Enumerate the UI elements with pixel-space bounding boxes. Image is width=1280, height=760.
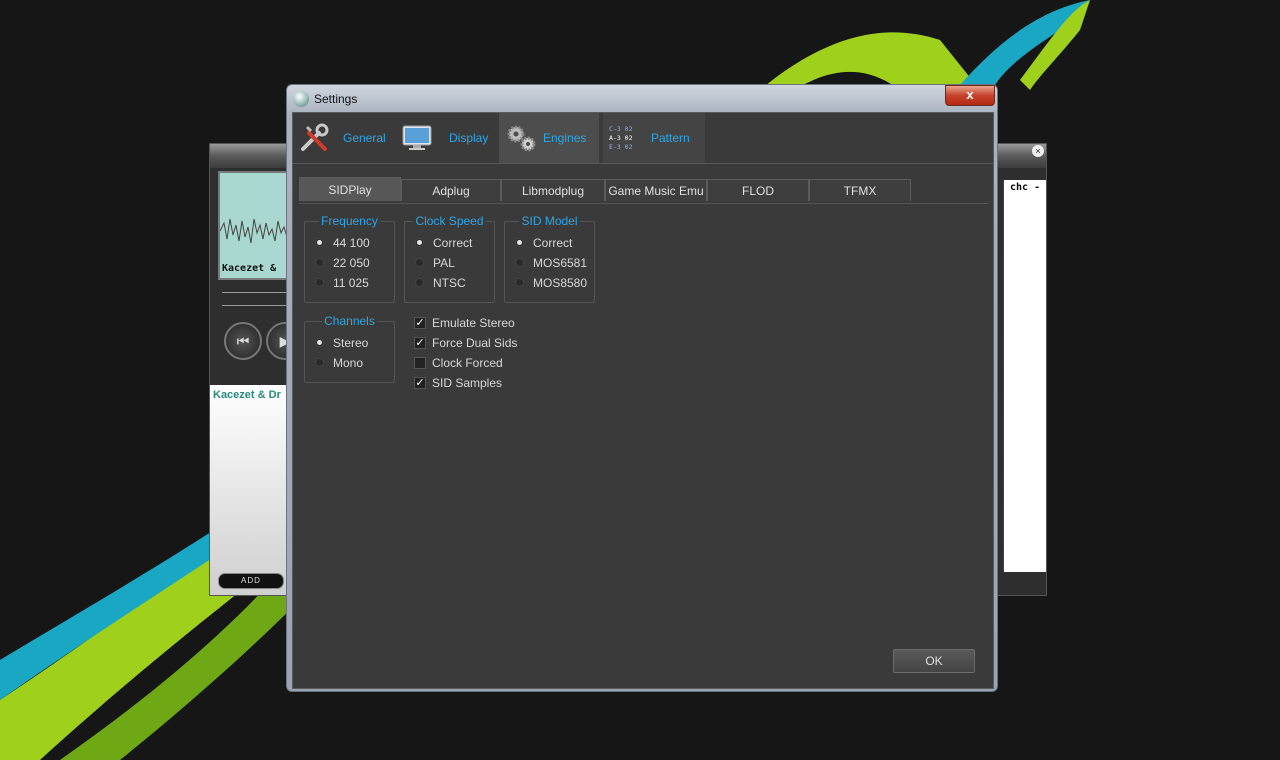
clock-speed-group: Clock Speed Correct PAL NTSC xyxy=(404,214,495,303)
settings-window: Settings x General Display Engines C-3 0… xyxy=(286,84,998,692)
add-button[interactable]: ADD xyxy=(218,573,284,589)
radio-label: 11 025 xyxy=(333,276,369,290)
radio-label: PAL xyxy=(433,256,455,270)
gears-icon xyxy=(507,125,536,152)
right-panel-text: chc - xyxy=(1010,182,1041,193)
sid-model-label: SID Model xyxy=(519,214,580,228)
app-icon xyxy=(293,91,309,107)
oscilloscope-display: Kacezet & xyxy=(218,171,294,280)
tab-libmodplug[interactable]: Libmodplug xyxy=(501,179,605,201)
clock-speed-label: Clock Speed xyxy=(413,214,486,228)
channels-group: Channels Stereo Mono xyxy=(304,314,395,383)
toolbar-pattern[interactable]: C-3 02 A-3 02 E-3 02 Pattern xyxy=(603,113,705,163)
toolbar-pattern-label: Pattern xyxy=(651,131,690,145)
pattern-line-3: E-3 02 xyxy=(609,143,633,151)
tab-flod[interactable]: FLOD xyxy=(707,179,809,201)
radio-label: 44 100 xyxy=(333,236,370,250)
toolbar-display[interactable]: Display xyxy=(395,113,495,163)
tools-icon xyxy=(301,123,329,151)
radio-label: NTSC xyxy=(433,276,466,290)
playlist: Kacezet & Dr xyxy=(210,385,288,595)
radio-dot xyxy=(415,258,424,267)
checkbox-label: Clock Forced xyxy=(432,356,503,370)
toolbar-display-label: Display xyxy=(449,131,489,145)
tab-adplug[interactable]: Adplug xyxy=(401,179,501,201)
settings-client-area: General Display Engines C-3 02 A-3 02 E-… xyxy=(292,112,994,689)
radio-label: Correct xyxy=(433,236,473,250)
radio-dot xyxy=(315,258,324,267)
pattern-line-2: A-3 02 xyxy=(609,134,633,142)
toolbar-general-label: General xyxy=(343,131,386,145)
tab-sidplay[interactable]: SIDPlay xyxy=(299,177,401,201)
radio-dot xyxy=(315,358,324,367)
engine-tabs: SIDPlay Adplug Libmodplug Game Music Emu… xyxy=(299,177,989,204)
check-icon: ✓ xyxy=(414,317,426,329)
ok-button[interactable]: OK xyxy=(893,649,975,673)
title-bar[interactable]: Settings x xyxy=(287,85,997,113)
frequency-group: Frequency 44 100 22 050 11 025 xyxy=(304,214,395,303)
radio-label: MOS8580 xyxy=(533,276,588,290)
radio-label: Correct xyxy=(533,236,573,250)
waveform-icon xyxy=(220,218,292,244)
checkbox-label: Force Dual Sids xyxy=(432,336,518,350)
toolbar-engines[interactable]: Engines xyxy=(499,113,599,163)
player-close-icon[interactable]: × xyxy=(1032,145,1044,157)
radio-dot xyxy=(415,278,424,287)
frequency-label: Frequency xyxy=(319,214,380,228)
toolbar-general[interactable]: General xyxy=(293,113,391,163)
tab-game-music-emu[interactable]: Game Music Emu xyxy=(605,179,707,201)
radio-dot xyxy=(415,238,424,247)
player-right-panel: chc - xyxy=(1003,180,1046,572)
radio-dot xyxy=(315,338,324,347)
toolbar-engines-label: Engines xyxy=(543,131,587,145)
radio-dot xyxy=(515,238,524,247)
seek-bar[interactable] xyxy=(222,292,286,306)
check-icon: ✓ xyxy=(414,337,426,349)
checkbox-label: SID Samples xyxy=(432,376,503,390)
radio-label: MOS6581 xyxy=(533,256,588,270)
window-title: Settings xyxy=(314,92,358,106)
check-icon: ✓ xyxy=(414,377,426,389)
radio-dot xyxy=(515,278,524,287)
pattern-icon: C-3 02 A-3 02 E-3 02 xyxy=(609,125,633,151)
pattern-line-1: C-3 02 xyxy=(609,125,633,133)
prev-button[interactable]: ⏮ xyxy=(224,322,262,360)
channels-label: Channels xyxy=(322,314,377,328)
category-toolbar: General Display Engines C-3 02 A-3 02 E-… xyxy=(293,113,993,164)
playlist-entry[interactable]: Kacezet & Dr xyxy=(213,389,281,401)
radio-dot xyxy=(515,258,524,267)
tab-tfmx[interactable]: TFMX xyxy=(809,179,911,201)
close-button[interactable]: x xyxy=(945,85,995,106)
radio-dot xyxy=(315,278,324,287)
sid-model-group: SID Model Correct MOS6581 MOS8580 xyxy=(504,214,595,303)
track-title: Kacezet & xyxy=(222,263,277,274)
monitor-icon xyxy=(402,125,432,150)
radio-label: Mono xyxy=(333,356,364,370)
checkbox-label: Emulate Stereo xyxy=(432,316,515,330)
unchecked-box xyxy=(414,357,426,369)
radio-label: 22 050 xyxy=(333,256,370,270)
radio-dot xyxy=(315,238,324,247)
radio-label: Stereo xyxy=(333,336,369,350)
